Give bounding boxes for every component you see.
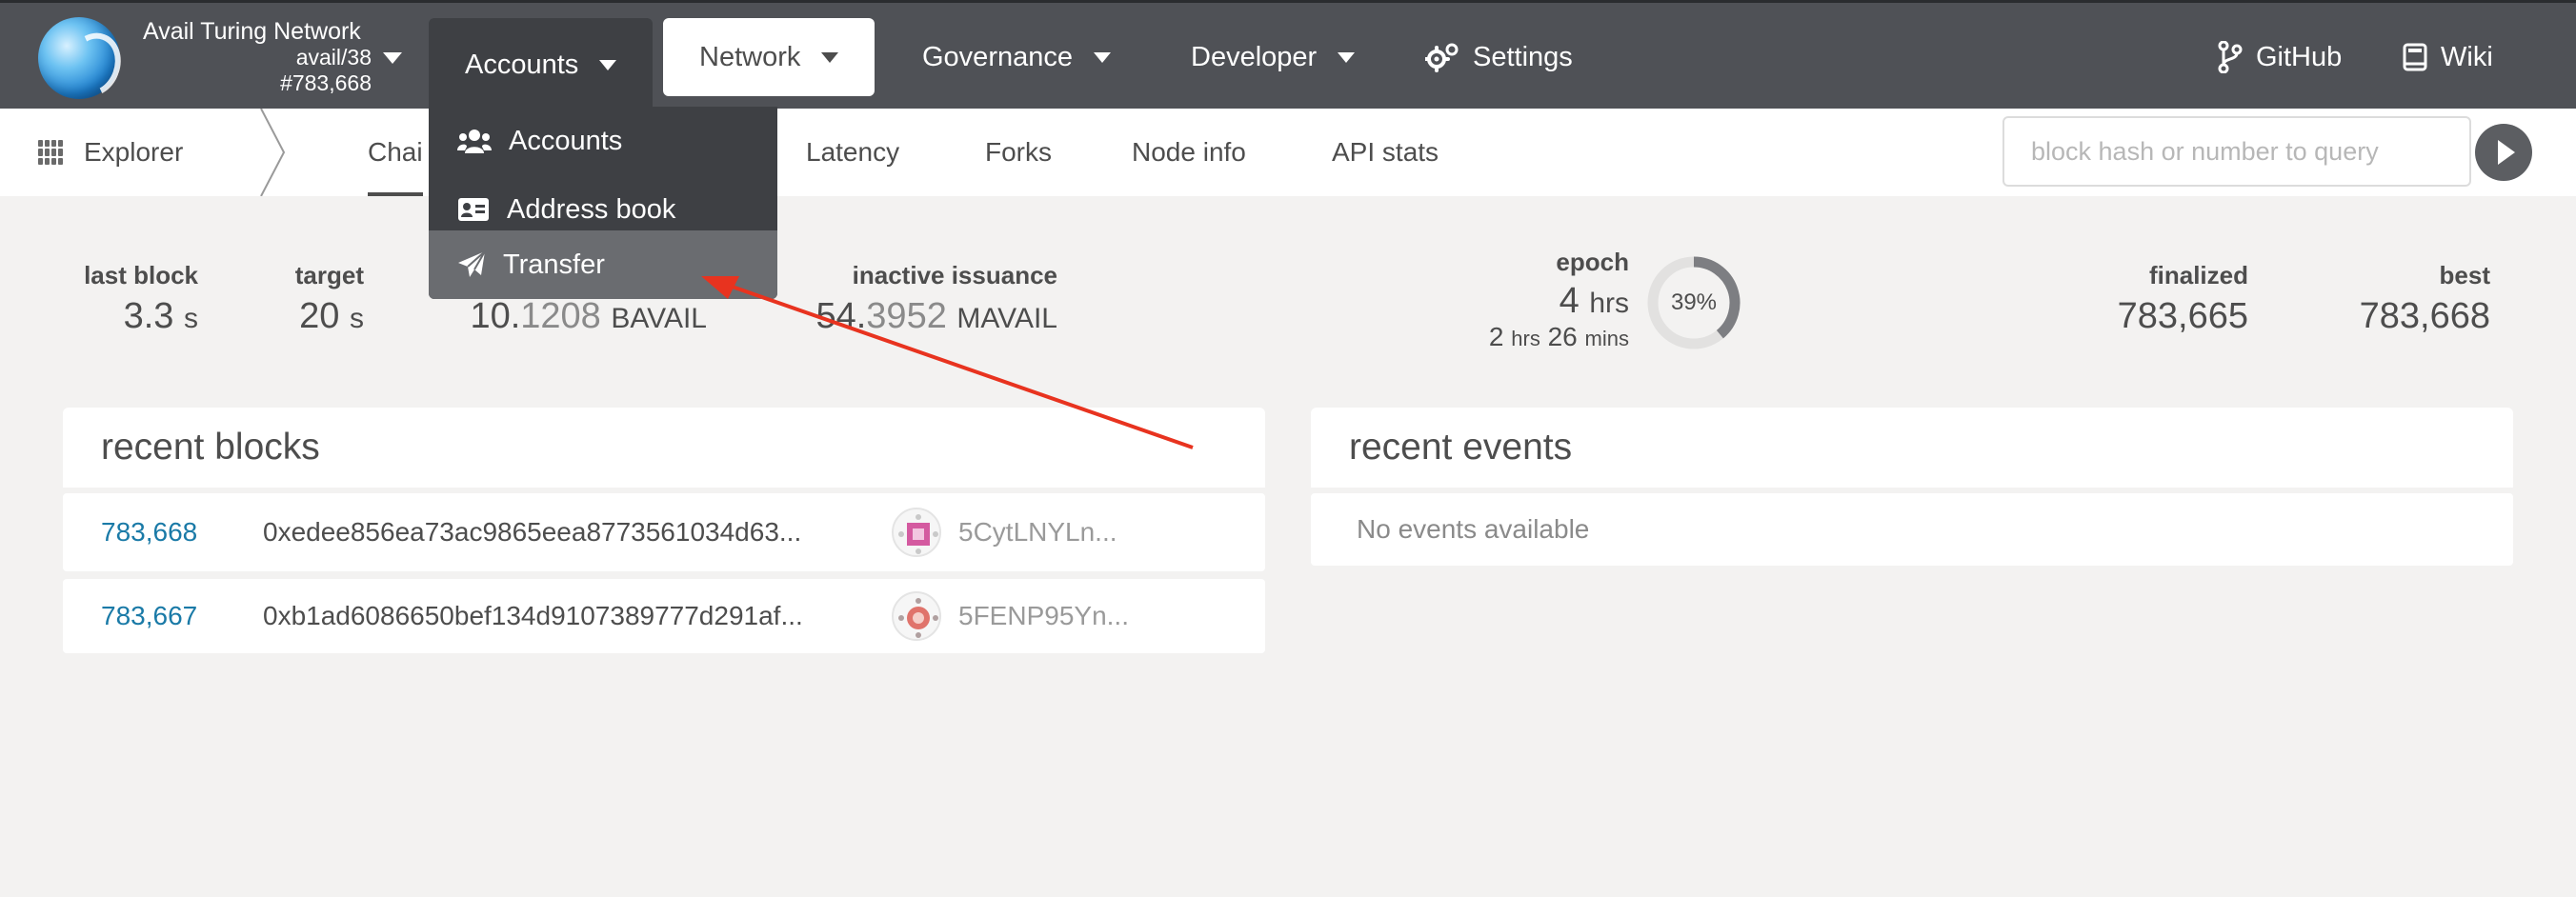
tab-chain-info-label: Chai bbox=[368, 137, 423, 167]
menu-item-accounts-label: Accounts bbox=[509, 125, 623, 156]
stat-epoch: epoch 4 hrs 2 hrs 26 mins bbox=[1458, 248, 1629, 352]
chain-name[interactable]: Avail Turing Network bbox=[143, 18, 361, 46]
caret-down-icon bbox=[821, 51, 839, 63]
stat-last-block-value: 3.3 s bbox=[123, 296, 198, 336]
identicon-avatar[interactable] bbox=[892, 591, 941, 641]
nav-github[interactable]: GitHub bbox=[2182, 18, 2378, 96]
menu-item-transfer[interactable]: Transfer bbox=[429, 230, 777, 299]
table-row: 783,668 0xedee856ea73ac9865eea8773561034… bbox=[63, 493, 1265, 571]
block-author[interactable]: 5CytLNYLn... bbox=[958, 517, 1117, 548]
nav-accounts-label: Accounts bbox=[465, 49, 579, 80]
block-number-link[interactable]: 783,667 bbox=[101, 601, 197, 631]
tab-api-stats[interactable]: API stats bbox=[1332, 109, 1439, 196]
block-author[interactable]: 5FENP95Yn... bbox=[958, 601, 1129, 631]
identicon-avatar[interactable] bbox=[892, 508, 941, 557]
nav-wiki[interactable]: Wiki bbox=[2366, 18, 2529, 96]
stat-target-value: 20 s bbox=[299, 296, 364, 336]
stat-epoch-remaining: 2 hrs 26 mins bbox=[1488, 322, 1629, 351]
block-number-link[interactable]: 783,668 bbox=[101, 517, 197, 548]
events-empty-row: No events available bbox=[1311, 493, 2513, 566]
nav-settings-label: Settings bbox=[1473, 41, 1573, 72]
chevron-down-icon[interactable] bbox=[383, 52, 402, 64]
block-hash: 0xedee856ea73ac9865eea8773561034d63... bbox=[263, 517, 802, 547]
stat-epoch-label: epoch bbox=[1556, 248, 1629, 276]
users-icon bbox=[457, 130, 492, 153]
search-go-button[interactable] bbox=[2475, 124, 2532, 181]
chain-best-block: #783,668 bbox=[280, 70, 372, 95]
stat-last-block-label: last block bbox=[84, 261, 198, 289]
menu-item-accounts[interactable]: Accounts bbox=[429, 107, 777, 175]
tab-latency-label: Latency bbox=[806, 137, 900, 167]
apps-grid-icon bbox=[38, 140, 63, 165]
nav-network[interactable]: Network bbox=[663, 18, 875, 96]
recent-events-title: recent events bbox=[1349, 427, 1573, 468]
avail-logo-icon[interactable] bbox=[38, 17, 120, 99]
stat-finalized-value: 783,665 bbox=[2117, 296, 2248, 336]
tab-api-stats-label: API stats bbox=[1332, 137, 1439, 167]
stat-best-value: 783,668 bbox=[2359, 296, 2490, 336]
no-events-text: No events available bbox=[1357, 514, 1590, 544]
recent-events-header: recent events bbox=[1311, 408, 2513, 488]
stat-inactive-issuance: inactive issuance 54.3952 MAVAIL bbox=[791, 261, 1057, 337]
code-branch-icon bbox=[2218, 41, 2243, 73]
tab-forks[interactable]: Forks bbox=[985, 109, 1052, 196]
explorer-menu[interactable]: Explorer bbox=[38, 109, 183, 196]
top-bar: Avail Turing Network avail/38 #783,668 A… bbox=[0, 0, 2576, 111]
stat-best: best 783,668 bbox=[2319, 261, 2490, 337]
explorer-label: Explorer bbox=[84, 137, 184, 167]
breadcrumb-separator bbox=[260, 109, 286, 196]
stat-epoch-length: 4 hrs bbox=[1559, 281, 1629, 321]
paper-plane-icon bbox=[458, 250, 486, 277]
tab-chain-info[interactable]: Chai bbox=[368, 109, 423, 196]
table-row: 783,667 0xb1ad6086650bef134d9107389777d2… bbox=[63, 579, 1265, 653]
accounts-dropdown-menu: Accounts Address book Transfer bbox=[429, 107, 777, 299]
caret-down-icon bbox=[599, 59, 617, 70]
chain-version[interactable]: avail/38 bbox=[143, 45, 372, 70]
tab-latency[interactable]: Latency bbox=[806, 109, 899, 196]
epoch-progress-label: 39% bbox=[1670, 289, 1718, 315]
nav-developer-label: Developer bbox=[1191, 41, 1318, 72]
recent-blocks-title: recent blocks bbox=[101, 427, 320, 468]
tab-forks-label: Forks bbox=[985, 137, 1052, 167]
nav-governance-label: Governance bbox=[922, 41, 1073, 72]
nav-github-label: GitHub bbox=[2256, 41, 2343, 72]
stat-total-issuance-value: 10.1208 BAVAIL bbox=[470, 296, 707, 336]
stat-last-block: last block 3.3 s bbox=[76, 261, 198, 337]
caret-down-icon bbox=[1094, 51, 1111, 63]
stat-target-label: target bbox=[294, 261, 364, 289]
nav-developer[interactable]: Developer bbox=[1155, 18, 1391, 96]
stat-target: target 20 s bbox=[267, 261, 364, 337]
block-search-input[interactable]: block hash or number to query bbox=[2002, 116, 2471, 187]
nav-accounts[interactable]: Accounts bbox=[429, 18, 654, 111]
nav-governance[interactable]: Governance bbox=[886, 18, 1147, 96]
menu-item-address-book-label: Address book bbox=[507, 193, 676, 225]
block-hash: 0xb1ad6086650bef134d9107389777d291af... bbox=[263, 601, 803, 630]
stat-finalized-label: finalized bbox=[2148, 261, 2248, 289]
sub-navigation: Explorer Chai Latency Forks Node info AP… bbox=[0, 109, 2576, 196]
nav-wiki-label: Wiki bbox=[2441, 41, 2493, 72]
tab-node-info[interactable]: Node info bbox=[1132, 109, 1246, 196]
nav-settings[interactable]: Settings bbox=[1389, 18, 1609, 96]
stat-inactive-issuance-label: inactive issuance bbox=[852, 261, 1057, 289]
menu-item-transfer-label: Transfer bbox=[503, 249, 605, 280]
caret-down-icon bbox=[1338, 51, 1356, 63]
tab-node-info-label: Node info bbox=[1132, 137, 1246, 167]
book-icon bbox=[2403, 43, 2427, 71]
recent-blocks-header: recent blocks bbox=[63, 408, 1265, 488]
stat-best-label: best bbox=[2439, 261, 2490, 289]
stat-finalized: finalized 783,665 bbox=[2077, 261, 2248, 337]
search-placeholder: block hash or number to query bbox=[2031, 136, 2379, 166]
address-card-icon bbox=[458, 198, 489, 221]
cogs-icon bbox=[1425, 43, 1459, 72]
stat-inactive-issuance-value: 54.3952 MAVAIL bbox=[815, 296, 1057, 336]
nav-network-label: Network bbox=[699, 41, 801, 72]
